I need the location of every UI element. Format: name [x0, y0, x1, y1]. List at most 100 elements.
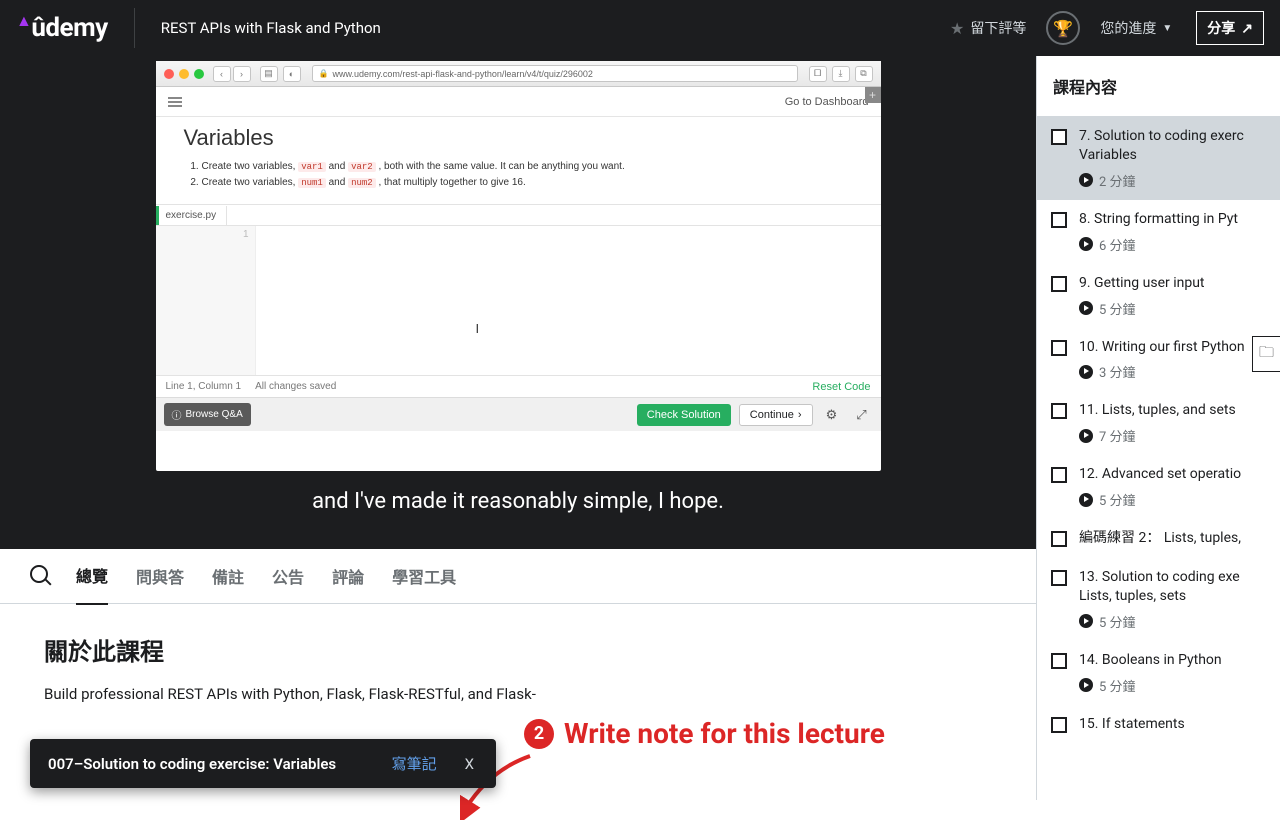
course-title[interactable]: REST APIs with Flask and Python [161, 19, 381, 37]
sidebar-item-body: 9. Getting user input 5 分鐘 [1079, 274, 1268, 318]
sidebar-item-body: 12. Advanced set operatio5 分鐘 [1079, 465, 1268, 509]
share-label: 分享 [1207, 18, 1235, 38]
slide-bottom-bar: ⓘ Browse Q&A Check Solution Continue › ⚙… [156, 397, 881, 431]
sidebar-item-duration: 2 分鐘 [1099, 171, 1136, 190]
sidebar-item-title: 14. Booleans in Python [1079, 651, 1268, 670]
tab-notes[interactable]: 備註 [212, 548, 244, 604]
trophy-icon[interactable]: 🏆 [1046, 11, 1080, 45]
share-arrow-icon: ↗ [1241, 20, 1253, 37]
play-icon [1079, 365, 1093, 379]
checkbox-icon[interactable] [1051, 276, 1067, 292]
folder-icon: 🗀 [1259, 342, 1274, 367]
share-button[interactable]: 分享 ↗ [1196, 11, 1264, 45]
play-icon [1079, 173, 1093, 187]
checkbox-icon[interactable] [1051, 653, 1067, 669]
editor-gutter: 1 [156, 226, 256, 375]
app-header: ▲ ûdemy REST APIs with Flask and Python … [0, 0, 1280, 56]
tab-overview[interactable]: 總覽 [76, 547, 108, 605]
file-tab: exercise.py [156, 206, 228, 225]
sidebar-item-duration: 3 分鐘 [1099, 362, 1136, 381]
header-divider [134, 8, 135, 48]
sidebar-toggle-icon: ▤ [260, 66, 278, 82]
sidebar-item-meta: 5 分鐘 [1079, 490, 1268, 509]
logo-caret-icon: ▲ [16, 11, 31, 31]
sidebar-item-meta: 5 分鐘 [1079, 612, 1268, 631]
code-area: I [256, 226, 881, 375]
sidebar-item-body: 編碼練習 2： Lists, tuples, [1079, 529, 1268, 548]
window-close-icon [164, 69, 174, 79]
sidebar-list[interactable]: 7. Solution to coding exerc Variables2 分… [1037, 117, 1280, 800]
sidebar-item-title: 8. String formatting in Pyt [1079, 210, 1268, 229]
about-heading: 關於此課程 [44, 632, 1000, 667]
left-column: ‹ › ▤ ◐ 🔒 www.udemy.com/rest-api-flask-a… [0, 56, 1036, 800]
back-button-icon: ‹ [213, 66, 231, 82]
note-toast: 007–Solution to coding exercise: Variabl… [30, 739, 496, 788]
gear-icon: ⚙ [821, 404, 843, 426]
slide-content: ‹ › ▤ ◐ 🔒 www.udemy.com/rest-api-flask-a… [156, 61, 881, 471]
sidebar-item-meta: 5 分鐘 [1079, 299, 1268, 318]
write-note-link[interactable]: 寫筆記 [392, 753, 437, 774]
tab-announcements[interactable]: 公告 [272, 548, 304, 604]
sidebar-item-2[interactable]: 9. Getting user input 5 分鐘 [1037, 264, 1280, 328]
sidebar-item-title: 15. If statements [1079, 715, 1268, 734]
expand-icon: ⤢ [851, 404, 873, 426]
sidebar-item-7[interactable]: 13. Solution to coding exe Lists, tuples… [1037, 558, 1280, 641]
star-icon: ★ [950, 19, 964, 38]
annotation-badge: 2 [524, 719, 554, 749]
sidebar-item-5[interactable]: 12. Advanced set operatio5 分鐘 [1037, 455, 1280, 519]
sidebar-item-4[interactable]: 11. Lists, tuples, and sets7 分鐘 [1037, 391, 1280, 455]
play-icon [1079, 614, 1093, 628]
review-label: 留下評等 [970, 18, 1026, 38]
play-icon [1079, 493, 1093, 507]
tab-search-icon[interactable] [30, 565, 48, 588]
sidebar-item-duration: 6 分鐘 [1099, 235, 1136, 254]
your-progress-button[interactable]: 您的進度 ▼ [1092, 14, 1180, 42]
dashboard-link: Go to Dashboard [785, 96, 869, 108]
sidebar-item-body: 11. Lists, tuples, and sets7 分鐘 [1079, 401, 1268, 445]
tabs-icon: ⧉ [855, 66, 873, 82]
checkbox-icon[interactable] [1051, 403, 1067, 419]
sidebar-item-6[interactable]: 編碼練習 2： Lists, tuples, [1037, 519, 1280, 558]
secondary-bar: Go to Dashboard [156, 87, 881, 117]
url-bar: 🔒 www.udemy.com/rest-api-flask-and-pytho… [312, 65, 798, 82]
sidebar-item-duration: 5 分鐘 [1099, 490, 1136, 509]
tab-qa[interactable]: 問與答 [136, 548, 184, 604]
toast-title: 007–Solution to coding exercise: Variabl… [48, 755, 336, 773]
sidebar-item-0[interactable]: 7. Solution to coding exerc Variables2 分… [1037, 117, 1280, 200]
annotation-label: 2 Write note for this lecture [524, 717, 885, 750]
checkbox-icon[interactable] [1051, 340, 1067, 356]
continue-button: Continue › [739, 404, 813, 426]
archive-folder-button[interactable]: 🗀 [1252, 336, 1280, 372]
sidebar-item-duration: 5 分鐘 [1099, 612, 1136, 631]
text-cursor-icon: I [476, 321, 480, 336]
checkbox-icon[interactable] [1051, 129, 1067, 145]
checkbox-icon[interactable] [1051, 717, 1067, 733]
reset-code-link: Reset Code [812, 381, 870, 393]
play-icon [1079, 429, 1093, 443]
toast-close-button[interactable]: X [461, 755, 478, 773]
download-icon: ⤓ [832, 66, 850, 82]
checkbox-icon[interactable] [1051, 467, 1067, 483]
tab-reviews[interactable]: 評論 [332, 548, 364, 604]
slide-heading: Variables [184, 125, 853, 151]
checkbox-icon[interactable] [1051, 531, 1067, 547]
sidebar-item-9[interactable]: 15. If statements [1037, 705, 1280, 744]
sidebar-item-body: 13. Solution to coding exe Lists, tuples… [1079, 568, 1268, 631]
about-section: 關於此課程 Build professional REST APIs with … [0, 604, 1036, 703]
sidebar-item-8[interactable]: 14. Booleans in Python 5 分鐘 [1037, 641, 1280, 705]
sidebar-item-title: 13. Solution to coding exe Lists, tuples… [1079, 568, 1268, 606]
chevron-down-icon: ▼ [1162, 23, 1172, 34]
sidebar-item-1[interactable]: 8. String formatting in Pyt 6 分鐘 [1037, 200, 1280, 264]
sidebar-item-title: 11. Lists, tuples, and sets [1079, 401, 1268, 420]
sidebar-item-duration: 5 分鐘 [1099, 676, 1136, 695]
sidebar-item-title: 編碼練習 2： Lists, tuples, [1079, 529, 1268, 548]
sidebar-item-3[interactable]: 10. Writing our first Python3 分鐘 [1037, 328, 1280, 392]
checkbox-icon[interactable] [1051, 212, 1067, 228]
leave-review-button[interactable]: ★ 留下評等 [942, 14, 1034, 42]
udemy-logo[interactable]: ▲ ûdemy [16, 13, 108, 43]
sidebar-item-title: 9. Getting user input [1079, 274, 1268, 293]
checkbox-icon[interactable] [1051, 570, 1067, 586]
check-solution-button: Check Solution [637, 404, 731, 426]
video-stage[interactable]: ‹ › ▤ ◐ 🔒 www.udemy.com/rest-api-flask-a… [0, 56, 1036, 549]
tab-tools[interactable]: 學習工具 [392, 548, 456, 604]
